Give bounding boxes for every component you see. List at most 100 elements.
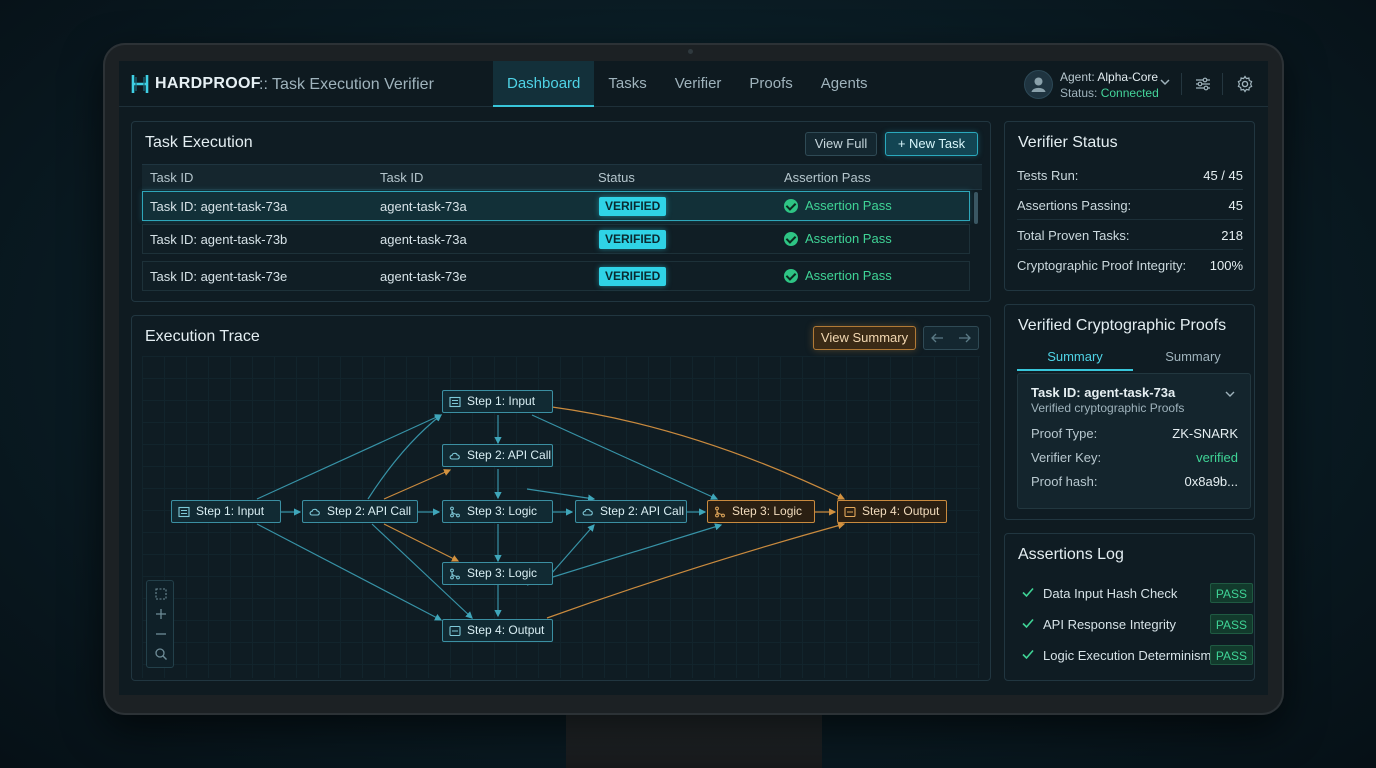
trace-node-logic[interactable]: Step 3: Logic (707, 500, 815, 523)
zoom-out-icon[interactable] (154, 627, 168, 641)
nav-verifier[interactable]: Verifier (661, 61, 736, 107)
status-value: Connected (1100, 86, 1159, 100)
status-value: 100% (1209, 258, 1243, 273)
log-item: Data Input Hash Check PASS (1017, 580, 1253, 606)
branch-icon (450, 506, 460, 518)
proof-value: 0x8a9b... (1184, 474, 1239, 489)
status-value: 45 / 45 (1203, 168, 1243, 183)
status-value: 45 (1228, 198, 1243, 213)
cell-task: agent-task-73a (380, 232, 467, 247)
proofs-panel: Verified Cryptographic Proofs Summary Su… (1004, 304, 1255, 520)
list-icon (449, 396, 461, 408)
output-icon (449, 625, 461, 637)
trace-node-api-call[interactable]: Step 2: API Call (575, 500, 687, 523)
check-circle-icon (784, 199, 798, 213)
status-key: Cryptographic Proof Integrity: (1017, 258, 1187, 273)
sliders-icon[interactable] (1194, 75, 1212, 93)
trace-node-output[interactable]: Step 4: Output (442, 619, 553, 642)
proof-key: Verifier Key: (1031, 450, 1102, 465)
search-icon[interactable] (154, 647, 168, 661)
gear-icon[interactable] (1236, 75, 1254, 93)
table-row[interactable]: Task ID: agent-task-73b agent-task-73a V… (142, 224, 970, 254)
trace-node-output[interactable]: Step 4: Output (837, 500, 947, 523)
proof-card[interactable]: Task ID: agent-task-73a Verified cryptog… (1017, 373, 1251, 509)
status-row: Cryptographic Proof Integrity: 100% (1017, 250, 1243, 280)
status-row: Tests Run: 45 / 45 (1017, 160, 1243, 190)
chevron-down-icon[interactable] (1159, 76, 1171, 88)
check-icon (1022, 587, 1034, 598)
check-icon (1022, 649, 1034, 660)
avatar[interactable] (1024, 70, 1053, 99)
status-row: Total Proven Tasks: 218 (1017, 220, 1243, 250)
cell-task-id: Task ID: agent-task-73b (150, 232, 288, 247)
node-label: Step 3: Logic (467, 504, 538, 518)
col-header: Assertion Pass (784, 170, 871, 185)
proof-key: Proof hash: (1031, 474, 1098, 489)
node-label: Step 1: Input (196, 504, 265, 518)
task-execution-panel: Task Execution View Full + New Task Task… (131, 121, 991, 302)
branch-icon (450, 568, 460, 580)
cloud-icon (309, 508, 320, 516)
node-label: Step 3: Logic (467, 566, 538, 580)
status-label: Status: (1060, 86, 1098, 100)
check-circle-icon (784, 232, 798, 246)
node-label: Step 3: Logic (732, 504, 803, 518)
user-icon (1031, 77, 1046, 92)
verifier-status-panel: Verifier Status Tests Run: 45 / 45 Assert… (1004, 121, 1255, 291)
nav-agents[interactable]: Agents (807, 61, 882, 107)
panel-title: Task Execution (145, 134, 253, 151)
cloud-icon (449, 452, 460, 460)
cell-task-id: Task ID: agent-task-73a (150, 199, 288, 214)
node-label: Step 1: Input (467, 394, 536, 408)
check-circle-icon (784, 269, 798, 283)
trace-node-input[interactable]: Step 1: Input (442, 390, 553, 413)
execution-trace-panel: Execution Trace View Summary Step 1: Inp… (131, 315, 991, 681)
output-icon (844, 506, 856, 518)
table-row[interactable]: Task ID: agent-task-73e agent-task-73e V… (142, 261, 970, 291)
trace-node-api-call[interactable]: Step 2: API Call (302, 500, 418, 523)
view-full-button[interactable]: View Full (805, 132, 877, 156)
node-label: Step 4: Output (862, 504, 940, 518)
col-header: Task ID (380, 170, 424, 185)
select-area-icon[interactable] (154, 587, 168, 601)
nav-tasks[interactable]: Tasks (594, 61, 660, 107)
col-header: Task ID (150, 170, 194, 185)
proof-value: verified (1196, 450, 1238, 465)
tab-summary[interactable]: Summary (1017, 345, 1133, 371)
status-badge: VERIFIED (599, 197, 667, 216)
trace-node-input[interactable]: Step 1: Input (171, 500, 281, 523)
app-subtitle: :: Task Execution Verifier (259, 76, 434, 93)
logo-icon (131, 75, 149, 93)
table-row[interactable]: Task ID: agent-task-73a agent-task-73a V… (142, 191, 970, 221)
trace-node-logic[interactable]: Step 3: Logic (442, 562, 553, 585)
panel-title: Verifier Status (1018, 134, 1118, 151)
agent-name-line: Agent: Alpha-Core (1060, 70, 1158, 84)
tab-summary-alt[interactable]: Summary (1135, 345, 1251, 371)
pass-label: Assertion Pass (805, 231, 892, 246)
trace-node-api-call[interactable]: Step 2: API Call (442, 444, 553, 467)
table-header: Task ID Task ID Status Assertion Pass (142, 164, 982, 190)
cell-task-id: Task ID: agent-task-73e (150, 269, 288, 284)
zoom-in-icon[interactable] (154, 607, 168, 621)
proofs-tabs: Summary Summary (1017, 345, 1251, 371)
log-label: Data Input Hash Check (1043, 586, 1178, 601)
new-task-button[interactable]: + New Task (885, 132, 978, 156)
proof-value: ZK-SNARK (1172, 426, 1238, 441)
cell-task: agent-task-73e (380, 269, 467, 284)
node-label: Step 2: API Call (327, 504, 412, 518)
pass-badge: PASS (1209, 645, 1253, 665)
app-screen: HARDPROOF :: Task Execution Verifier Das… (119, 61, 1268, 695)
log-label: Logic Execution Determinism (1043, 648, 1212, 663)
trace-node-logic[interactable]: Step 3: Logic (442, 500, 553, 523)
table-scrollbar[interactable] (974, 192, 978, 224)
cell-task: agent-task-73a (380, 199, 467, 214)
chevron-down-icon[interactable] (1224, 388, 1236, 400)
assertions-log-panel: Assertions Log Data Input Hash Check PAS… (1004, 533, 1255, 681)
node-label: Step 2: API Call (467, 448, 552, 462)
pass-badge: PASS (1209, 614, 1253, 634)
header-divider (1222, 73, 1223, 95)
log-label: API Response Integrity (1043, 617, 1176, 632)
nav-dashboard[interactable]: Dashboard (493, 61, 595, 107)
agent-name: Alpha-Core (1097, 70, 1159, 84)
nav-proofs[interactable]: Proofs (735, 61, 806, 107)
